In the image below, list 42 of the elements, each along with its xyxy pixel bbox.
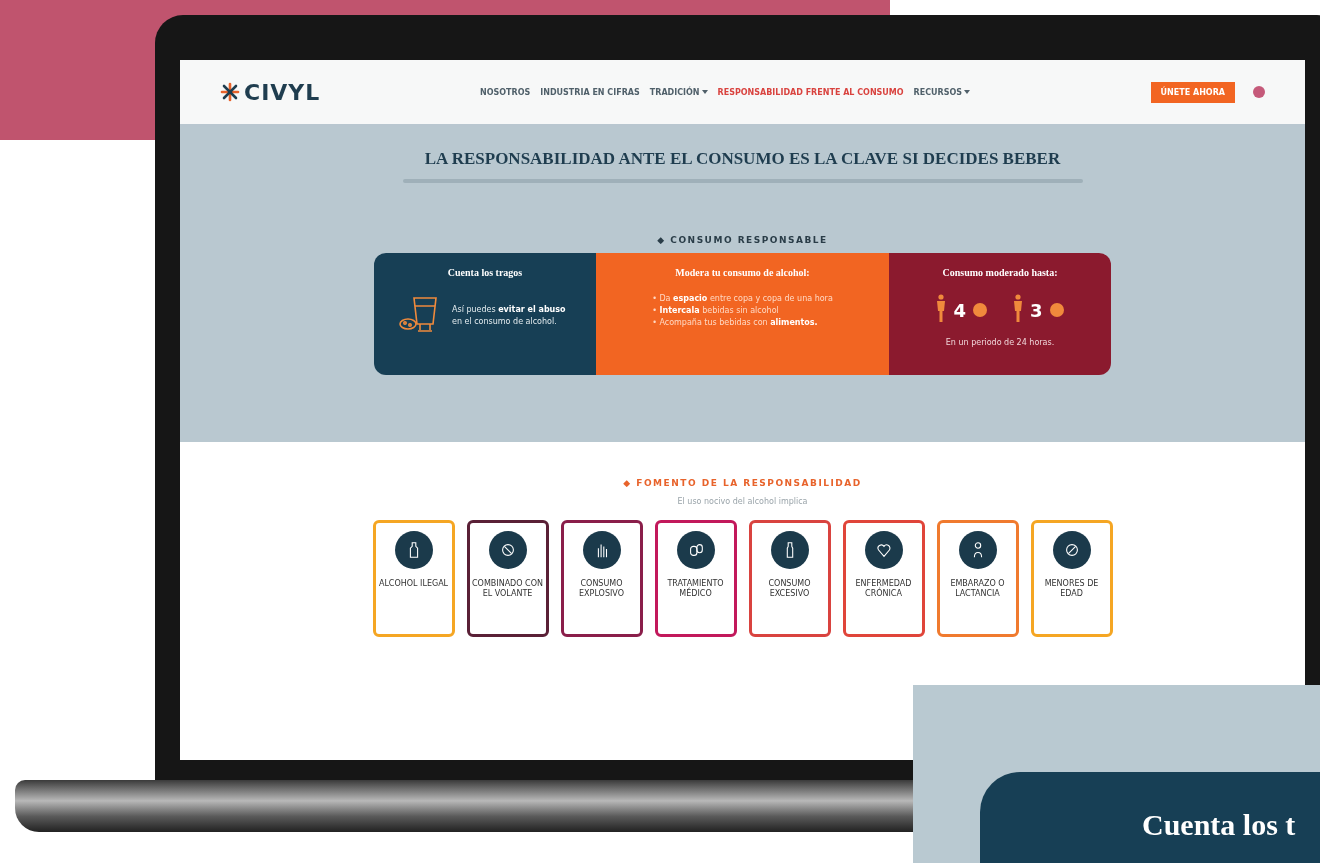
section-subtitle: El uso nocivo del alcohol implica [677, 497, 808, 506]
risk-label: COMBINADO CON EL VOLANTE [471, 579, 544, 600]
risk-label: ENFERMEDAD CRÓNICA [854, 579, 913, 600]
person-icon [936, 294, 947, 322]
logo-icon [220, 82, 240, 102]
card-title: Cuenta los tragos [447, 267, 523, 278]
nav-link[interactable]: NOSOTROS [480, 87, 531, 97]
prohibited-icon [488, 531, 527, 569]
card-title: Consumo moderado hasta: [942, 267, 1058, 278]
risk-label: ALCOHOL ILEGAL [377, 579, 450, 590]
logo-text[interactable]: CIVYL [244, 79, 321, 105]
nav-link[interactable]: RESPONSABILIDAD FRENTE AL CONSUMO [717, 87, 904, 97]
risk-label: EMBARAZO O LACTANCIA [949, 579, 1006, 600]
risk-label: CONSUMO EXPLOSIVO [578, 579, 625, 600]
nav-link[interactable]: INDUSTRIA EN CIFRAS [540, 87, 640, 97]
pills-icon [676, 531, 715, 569]
section-label: ◆ CONSUMO RESPONSABLE [657, 235, 828, 245]
tip-item: • Da espacio entre copa y copa de una hora [652, 294, 833, 303]
join-button[interactable]: ÚNETE AHORA [1150, 81, 1235, 103]
person-icon [958, 531, 997, 569]
tip-item: • Acompaña tus bebidas con alimentos. [652, 318, 819, 327]
risk-label: TRATAMIENTO MÉDICO [666, 579, 725, 600]
bottle-icon [394, 531, 433, 569]
caret-icon [964, 90, 971, 94]
limit-number: 4 [953, 299, 966, 321]
risk-label: CONSUMO EXCESIVO [767, 579, 812, 600]
prohibited-icon [1052, 531, 1091, 569]
risk-label: MENORES DE EDAD [1043, 579, 1100, 600]
flag-icon[interactable] [1253, 86, 1265, 98]
card-note: En un periodo de 24 horas. [945, 338, 1055, 347]
card-text: Así puedes evitar el abuso en el consumo de alcohol. [452, 304, 567, 328]
page-title: LA RESPONSABILIDAD ANTE EL CONSUMO ES LA CLAVE SI DECIDES BEBER [424, 149, 1061, 169]
tip-item: • Intercala bebidas sin alcohol [652, 306, 780, 315]
limit-number: 3 [1030, 299, 1043, 321]
nav-link[interactable]: RECURSOS [913, 87, 971, 97]
section-label: ◆ FOMENTO DE LA RESPONSABILIDAD [623, 478, 862, 488]
bottle-icon [770, 531, 809, 569]
person-icon [1013, 294, 1023, 322]
card-title: Cuenta los t [1142, 808, 1297, 842]
nav-link[interactable]: TRADICIÓN [649, 87, 708, 97]
caret-icon [701, 90, 708, 94]
card-title: Modera tu consumo de alcohol: [675, 267, 810, 278]
